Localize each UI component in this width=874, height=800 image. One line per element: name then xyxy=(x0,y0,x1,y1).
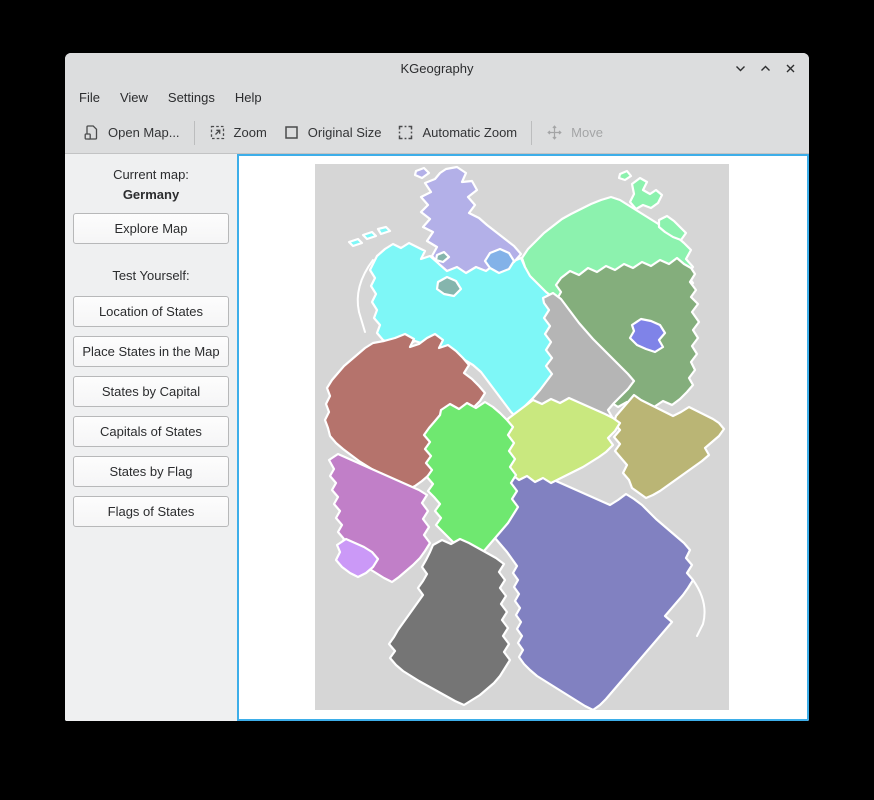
toolbar-separator xyxy=(531,121,532,145)
zoom-button[interactable]: Zoom xyxy=(201,118,275,147)
move-icon xyxy=(546,124,563,141)
minimize-button[interactable] xyxy=(733,61,747,75)
quiz-button-list: Location of States Place States in the M… xyxy=(73,296,229,527)
menu-settings[interactable]: Settings xyxy=(158,83,225,112)
location-of-states-button[interactable]: Location of States xyxy=(73,296,229,327)
menu-view[interactable]: View xyxy=(110,83,158,112)
move-button[interactable]: Move xyxy=(538,118,611,147)
chevron-down-icon xyxy=(734,62,747,75)
current-map-name: Germany xyxy=(123,187,179,202)
automatic-zoom-icon xyxy=(397,124,414,141)
open-map-button[interactable]: Open Map... xyxy=(75,118,188,147)
toolbar: Open Map... Zoom Original Size xyxy=(65,112,809,154)
menu-bar: File View Settings Help xyxy=(65,83,809,112)
germany-map xyxy=(315,164,729,710)
place-states-in-map-button[interactable]: Place States in the Map xyxy=(73,336,229,367)
chevron-up-icon xyxy=(759,62,772,75)
explore-map-button[interactable]: Explore Map xyxy=(73,213,229,244)
move-label: Move xyxy=(571,125,603,140)
current-map-label: Current map: xyxy=(113,167,189,182)
original-size-button[interactable]: Original Size xyxy=(275,118,390,147)
menu-help[interactable]: Help xyxy=(225,83,272,112)
window-title: KGeography xyxy=(401,61,474,76)
map-viewport[interactable] xyxy=(237,154,809,721)
sidebar: Current map: Germany Explore Map Test Yo… xyxy=(65,154,237,721)
title-bar[interactable]: KGeography xyxy=(65,53,809,83)
capitals-of-states-button[interactable]: Capitals of States xyxy=(73,416,229,447)
window-controls xyxy=(733,53,797,83)
main-content: Current map: Germany Explore Map Test Yo… xyxy=(65,154,809,721)
close-icon xyxy=(784,62,797,75)
maximize-button[interactable] xyxy=(758,61,772,75)
states-by-capital-button[interactable]: States by Capital xyxy=(73,376,229,407)
original-size-label: Original Size xyxy=(308,125,382,140)
close-button[interactable] xyxy=(783,61,797,75)
zoom-icon xyxy=(209,124,226,141)
flags-of-states-button[interactable]: Flags of States xyxy=(73,496,229,527)
automatic-zoom-button[interactable]: Automatic Zoom xyxy=(389,118,525,147)
menu-file[interactable]: File xyxy=(69,83,110,112)
zoom-label: Zoom xyxy=(234,125,267,140)
kgeography-window: KGeography File View Settings Help xyxy=(65,53,809,721)
test-yourself-label: Test Yourself: xyxy=(112,268,189,283)
original-size-icon xyxy=(283,124,300,141)
open-map-label: Open Map... xyxy=(108,125,180,140)
toolbar-separator xyxy=(194,121,195,145)
open-map-icon xyxy=(83,124,100,141)
states-by-flag-button[interactable]: States by Flag xyxy=(73,456,229,487)
automatic-zoom-label: Automatic Zoom xyxy=(422,125,517,140)
